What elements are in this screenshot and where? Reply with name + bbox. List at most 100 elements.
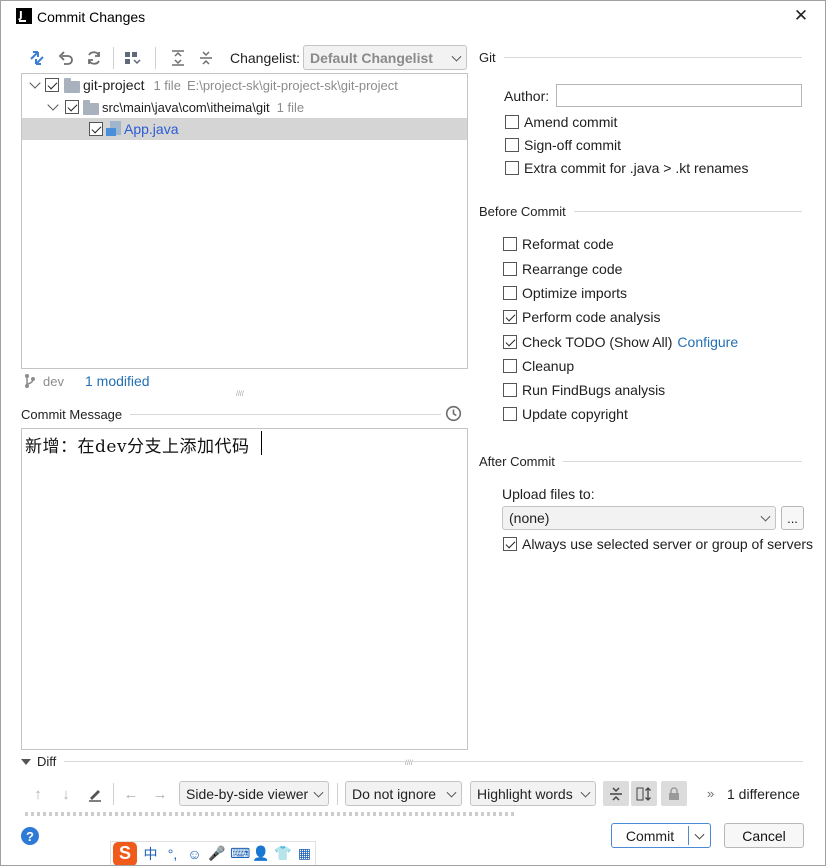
expand-all-icon[interactable] xyxy=(168,48,188,68)
ime-emoji-icon[interactable]: ☺ xyxy=(186,846,203,862)
checkbox-box[interactable] xyxy=(505,115,519,129)
highlight-select[interactable]: Highlight words xyxy=(470,781,596,806)
changelist-label: Changelist: xyxy=(230,50,301,66)
author-field[interactable] xyxy=(556,84,802,107)
cancel-button[interactable]: Cancel xyxy=(724,823,804,848)
splitter-grip[interactable]: //// xyxy=(236,391,244,398)
folder-icon xyxy=(83,99,99,115)
checkbox-box[interactable] xyxy=(503,335,517,349)
toolbar-separator xyxy=(155,47,156,69)
commit-button[interactable]: Commit xyxy=(612,828,688,844)
tree-row[interactable]: src\main\java\com\itheima\git 1 file xyxy=(22,96,467,118)
arrow-left-icon[interactable]: ← xyxy=(121,784,141,804)
title-bar: J Commit Changes ✕ xyxy=(0,0,826,34)
collapse-all-icon[interactable] xyxy=(196,48,216,68)
checkbox-box[interactable] xyxy=(503,310,517,324)
ime-chinese-mode[interactable]: 中 xyxy=(142,844,159,864)
diff-viewer-value: Side-by-side viewer xyxy=(186,785,309,802)
diff-header[interactable]: Diff xyxy=(21,754,803,769)
whitespace-select[interactable]: Do not ignore xyxy=(345,781,462,806)
arrow-right-icon[interactable]: → xyxy=(150,784,170,804)
cleanup-checkbox[interactable]: Cleanup xyxy=(503,358,574,374)
diff-viewer-select[interactable]: Side-by-side viewer xyxy=(179,781,329,806)
run-findbugs-checkbox[interactable]: Run FindBugs analysis xyxy=(503,382,665,398)
changes-tree[interactable]: git-project 1 file E:\project-sk\git-pro… xyxy=(21,73,468,369)
checkbox-box[interactable] xyxy=(505,161,519,175)
diff-content-edge xyxy=(25,812,515,816)
commit-button-group[interactable]: Commit xyxy=(611,823,711,848)
checkbox-box[interactable] xyxy=(503,407,517,421)
branch-name: dev xyxy=(43,374,64,389)
after-commit-label: After Commit xyxy=(479,454,555,469)
ime-toolbox-icon[interactable]: ▦ xyxy=(296,845,313,862)
diff-arrows-icon[interactable] xyxy=(27,48,47,68)
undo-icon[interactable] xyxy=(56,48,76,68)
git-section-header: Git xyxy=(479,50,802,65)
chevron-down-icon[interactable] xyxy=(21,758,31,765)
reformat-code-checkbox[interactable]: Reformat code xyxy=(503,236,614,252)
checkbox-box[interactable] xyxy=(503,286,517,300)
toolbar-separator xyxy=(113,783,114,805)
branch-icon xyxy=(24,373,36,392)
tree-row-name: git-project xyxy=(83,77,145,93)
chevron-down-icon xyxy=(451,51,462,62)
rearrange-code-checkbox[interactable]: Rearrange code xyxy=(503,261,622,277)
checkbox-box[interactable] xyxy=(503,262,517,276)
sync-scroll-icon[interactable] xyxy=(631,781,657,806)
modified-count-link[interactable]: 1 modified xyxy=(85,373,150,389)
toolbar-separator xyxy=(113,47,114,69)
close-icon[interactable]: ✕ xyxy=(792,6,810,26)
checkbox-box[interactable] xyxy=(503,383,517,397)
lock-icon[interactable] xyxy=(661,781,687,806)
edit-pencil-icon[interactable] xyxy=(85,784,105,804)
arrow-up-icon[interactable]: ↑ xyxy=(28,784,48,804)
configure-link[interactable]: Configure xyxy=(677,334,738,350)
tree-row-path: E:\project-sk\git-project-sk\git-project xyxy=(186,77,398,93)
double-chevron-right-icon[interactable]: » xyxy=(707,786,714,801)
chevron-down-icon[interactable] xyxy=(47,99,59,111)
ime-mic-icon[interactable]: 🎤 xyxy=(208,845,225,862)
commit-message-textarea[interactable] xyxy=(21,428,468,750)
always-use-server-checkbox[interactable]: Always use selected server or group of s… xyxy=(503,536,813,552)
tree-row-checkbox[interactable] xyxy=(89,122,103,136)
amend-commit-checkbox[interactable]: Amend commit xyxy=(505,114,617,130)
browse-servers-button[interactable]: ... xyxy=(781,506,804,530)
sogou-logo[interactable]: S xyxy=(113,841,137,866)
update-copyright-checkbox[interactable]: Update copyright xyxy=(503,406,628,422)
checkbox-box[interactable] xyxy=(503,237,517,251)
group-by-icon[interactable] xyxy=(122,48,142,68)
help-icon[interactable]: ? xyxy=(21,827,39,845)
tree-row-checkbox[interactable] xyxy=(45,78,59,92)
upload-server-select[interactable]: (none) xyxy=(502,506,776,530)
ime-punctuation-icon[interactable]: °, xyxy=(164,846,181,862)
commit-options-chevron-icon[interactable] xyxy=(689,824,710,847)
ime-user-icon[interactable]: 👤 xyxy=(252,845,269,862)
refresh-icon[interactable] xyxy=(84,48,104,68)
signoff-commit-checkbox[interactable]: Sign-off commit xyxy=(505,137,621,153)
signoff-commit-label: Sign-off commit xyxy=(524,137,621,153)
chevron-down-icon xyxy=(313,787,324,798)
option-label: Rearrange code xyxy=(522,261,623,277)
tree-row-checkbox[interactable] xyxy=(65,100,79,114)
changelist-select[interactable]: Default Changelist xyxy=(303,45,467,70)
checkbox-box[interactable] xyxy=(505,138,519,152)
checkbox-box[interactable] xyxy=(503,359,517,373)
history-clock-icon[interactable] xyxy=(445,405,462,425)
optimize-imports-checkbox[interactable]: Optimize imports xyxy=(503,285,627,301)
extra-commit-checkbox[interactable]: Extra commit for .java > .kt renames xyxy=(505,160,748,176)
arrow-down-icon[interactable]: ↓ xyxy=(56,784,76,804)
check-todo-checkbox[interactable]: Check TODO (Show All) Configure xyxy=(503,334,738,350)
option-label: Run FindBugs analysis xyxy=(522,382,666,398)
tree-row[interactable]: git-project 1 file E:\project-sk\git-pro… xyxy=(22,74,467,96)
tree-row[interactable]: App.java xyxy=(22,118,467,140)
left-margin xyxy=(0,34,6,866)
ime-toolbar[interactable]: S 中 °, ☺ 🎤 ⌨ 👤 👕 ▦ xyxy=(110,841,316,866)
author-label: Author: xyxy=(504,88,550,104)
perform-code-analysis-checkbox[interactable]: Perform code analysis xyxy=(503,309,661,325)
chevron-down-icon[interactable] xyxy=(29,77,41,89)
ime-keyboard-icon[interactable]: ⌨ xyxy=(230,845,250,862)
checkbox-box[interactable] xyxy=(503,537,517,551)
collapse-unchanged-icon[interactable] xyxy=(603,781,629,806)
ime-skin-icon[interactable]: 👕 xyxy=(274,845,291,862)
git-section-label: Git xyxy=(479,50,496,65)
